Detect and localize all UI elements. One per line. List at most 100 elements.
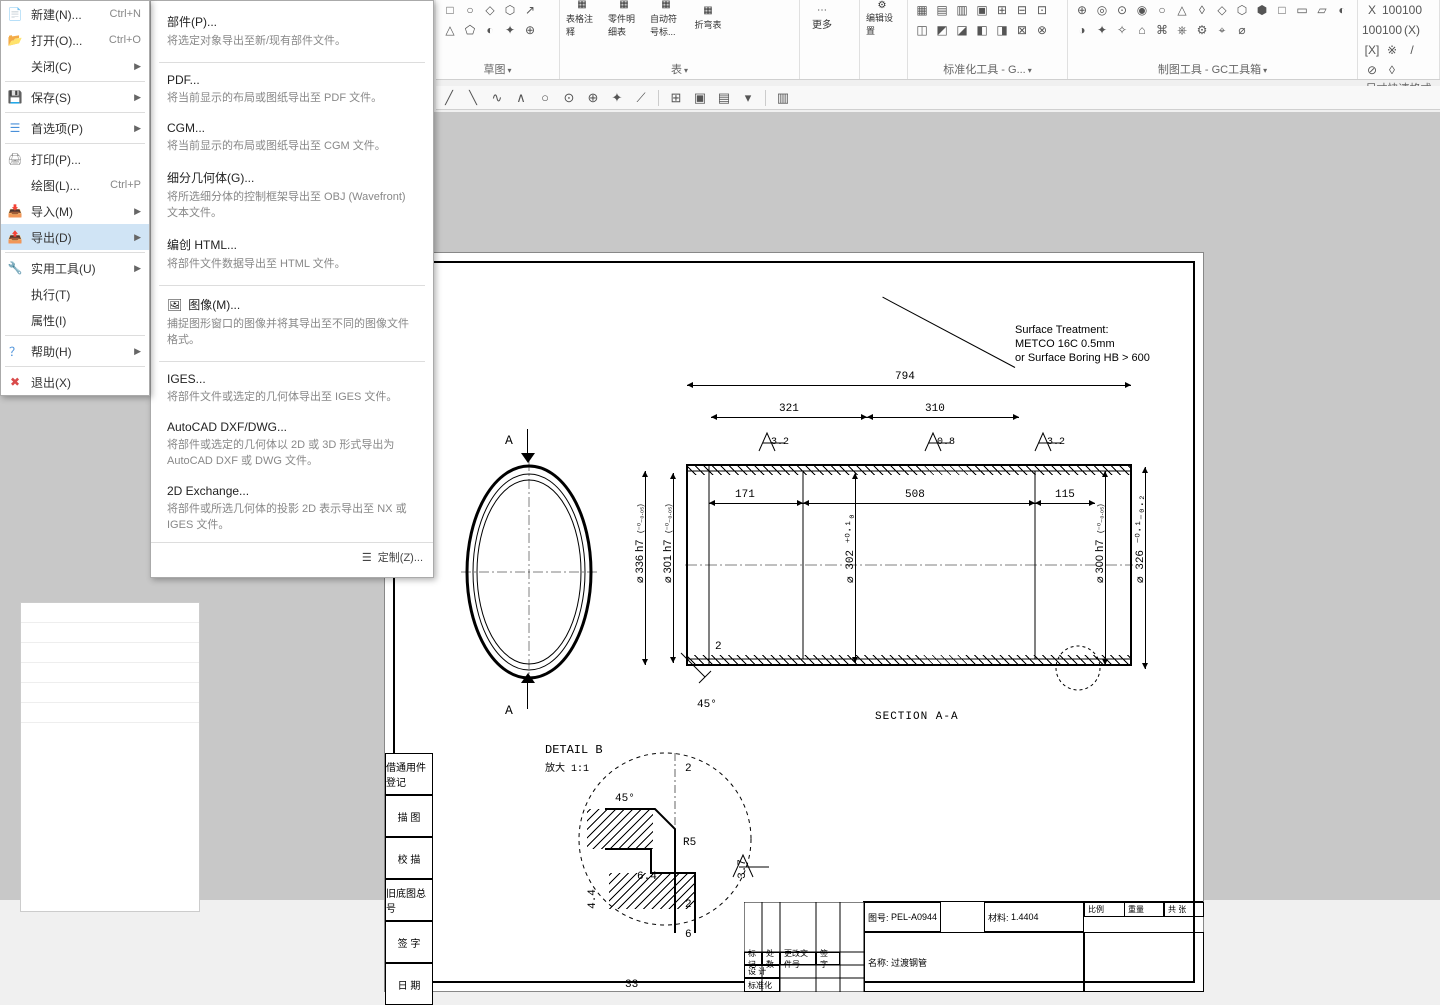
toolbar-icon[interactable]: ▤	[715, 89, 733, 107]
ribbon-icon[interactable]: ⬡	[1234, 2, 1250, 18]
ribbon-icon[interactable]: ⌖	[1214, 22, 1230, 38]
ribbon-icon[interactable]: ⌀	[1234, 22, 1250, 38]
ribbon-icon[interactable]: ⊘	[1364, 62, 1380, 78]
ribbon-icon[interactable]: ⊞	[994, 2, 1010, 18]
ribbon-icon[interactable]: ▱	[1314, 2, 1330, 18]
submenu-item[interactable]: 细分几何体(G)...将所选细分体的控制框架导出至 OBJ (Wavefront…	[151, 163, 433, 230]
ribbon-icon[interactable]: (X)	[1404, 22, 1420, 38]
menu-item[interactable]: 属性(I)	[1, 307, 149, 333]
toolbar-icon[interactable]: ⊙	[560, 89, 578, 107]
menu-item[interactable]: 🖨打印(P)...	[1, 146, 149, 172]
ribbon-big-button[interactable]: ▦折弯表	[692, 2, 724, 34]
toolbar-icon[interactable]: ∿	[488, 89, 506, 107]
ribbon-icon[interactable]: ◊	[1194, 2, 1210, 18]
ribbon-big-button[interactable]: ▦自动符号标...	[650, 2, 682, 34]
ribbon-icon[interactable]: ⬢	[1254, 2, 1270, 18]
ribbon-icon[interactable]: ◪	[954, 22, 970, 38]
ribbon-icon[interactable]: ◨	[994, 22, 1010, 38]
ribbon-icon[interactable]: ✧	[1114, 22, 1130, 38]
submenu-item[interactable]: 编创 HTML...将部件文件数据导出至 HTML 文件。	[151, 230, 433, 281]
ribbon-icon[interactable]: ⊟	[1014, 2, 1030, 18]
ribbon-group-sketch[interactable]: 草图	[442, 59, 553, 77]
ribbon-icon[interactable]: □	[1274, 2, 1290, 18]
ribbon-icon[interactable]: ◐	[482, 22, 498, 38]
menu-item[interactable]: 📥导入(M)▶	[1, 198, 149, 224]
ribbon-icon[interactable]: /	[1404, 42, 1420, 58]
ribbon-icon[interactable]: 100	[1364, 22, 1380, 38]
ribbon-icon[interactable]: ◎	[1094, 2, 1110, 18]
ribbon-icon[interactable]: ◊	[1384, 62, 1400, 78]
ribbon-icon[interactable]: ◇	[1214, 2, 1230, 18]
menu-item[interactable]: 📂打开(O)...Ctrl+O	[1, 27, 149, 53]
submenu-item[interactable]: 部件(P)...将选定对象导出至新/现有部件文件。	[151, 7, 433, 58]
ribbon-icon[interactable]: ※	[1384, 42, 1400, 58]
ribbon-big-button[interactable]: ▦零件明细表	[608, 2, 640, 34]
ribbon-group-draft[interactable]: 制图工具 - GC工具箱	[1074, 59, 1351, 77]
toolbar-icon[interactable]: ○	[536, 89, 554, 107]
ribbon-icon[interactable]: ⊙	[1114, 2, 1130, 18]
submenu-item[interactable]: CGM...将当前显示的布局或图纸导出至 CGM 文件。	[151, 115, 433, 163]
ribbon-icon[interactable]: ⊡	[1034, 2, 1050, 18]
ribbon-group-std[interactable]: 标准化工具 - G...	[914, 59, 1061, 77]
ribbon-icon[interactable]: ✦	[502, 22, 518, 38]
toolbar-icon[interactable]: ∧	[512, 89, 530, 107]
ribbon-icon[interactable]: X	[1364, 2, 1380, 18]
ribbon-icon[interactable]: [X]	[1364, 42, 1380, 58]
ribbon-icon[interactable]: ⚙	[1194, 22, 1210, 38]
menu-item[interactable]: 🔧实用工具(U)▶	[1, 255, 149, 281]
submenu-item[interactable]: 2D Exchange...将部件或所选几何体的投影 2D 表示导出至 NX 或…	[151, 478, 433, 542]
toolbar-icon[interactable]: ⊕	[584, 89, 602, 107]
ribbon-icon[interactable]: ▥	[954, 2, 970, 18]
ribbon-icon[interactable]: □	[442, 2, 458, 18]
menu-item[interactable]: ☰首选项(P)▶	[1, 115, 149, 141]
ribbon-group-table[interactable]: 表	[566, 59, 793, 77]
ribbon-icon[interactable]: ◧	[974, 22, 990, 38]
ribbon-icon[interactable]: 100	[1404, 2, 1420, 18]
ribbon-icon[interactable]: ⎈	[1174, 22, 1190, 38]
toolbar-icon[interactable]: ╲	[464, 89, 482, 107]
menu-item[interactable]: ✖退出(X)	[1, 369, 149, 395]
ribbon-icon[interactable]: ⊕	[1074, 2, 1090, 18]
ribbon-icon[interactable]: △	[442, 22, 458, 38]
toolbar-icon[interactable]: ⟋	[632, 89, 650, 107]
ribbon-icon[interactable]: ◩	[934, 22, 950, 38]
submenu-item[interactable]: AutoCAD DXF/DWG...将部件或选定的几何体以 2D 或 3D 形式…	[151, 414, 433, 478]
menu-item[interactable]: ？帮助(H)▶	[1, 338, 149, 364]
toolbar-icon[interactable]: ╱	[440, 89, 458, 107]
ribbon-icon[interactable]: 100	[1384, 2, 1400, 18]
menu-item[interactable]: 📄新建(N)...Ctrl+N	[1, 1, 149, 27]
submenu-item[interactable]: PDF...将当前显示的布局或图纸导出至 PDF 文件。	[151, 67, 433, 115]
submenu-item[interactable]: 🖼图像(M)...捕捉图形窗口的图像并将其导出至不同的图像文件格式。	[151, 290, 433, 357]
ribbon-icon[interactable]: ⊗	[1034, 22, 1050, 38]
toolbar-icon[interactable]: ⊞	[667, 89, 685, 107]
ribbon-icon[interactable]: ⊠	[1014, 22, 1030, 38]
toolbar-icon[interactable]: ✦	[608, 89, 626, 107]
ribbon-icon[interactable]: ○	[1154, 2, 1170, 18]
toolbar-icon[interactable]: ▣	[691, 89, 709, 107]
ribbon-icon[interactable]: ⬡	[502, 2, 518, 18]
ribbon-icon[interactable]: ⊕	[522, 22, 538, 38]
menu-item[interactable]: 💾保存(S)▶	[1, 84, 149, 110]
customize-button[interactable]: ☰ 定制(Z)...	[151, 542, 433, 571]
ribbon-icon[interactable]: ◉	[1134, 2, 1150, 18]
ribbon-icon[interactable]: ⌘	[1154, 22, 1170, 38]
ribbon-icon[interactable]: ▦	[914, 2, 930, 18]
ribbon-icon[interactable]: ◇	[482, 2, 498, 18]
toolbar-icon[interactable]: ▾	[739, 89, 757, 107]
pref-button[interactable]: ⚙编辑设置	[866, 2, 898, 34]
ribbon-icon[interactable]: ⌂	[1134, 22, 1150, 38]
menu-item[interactable]: 绘图(L)...Ctrl+P	[1, 172, 149, 198]
ribbon-icon[interactable]: ▤	[934, 2, 950, 18]
ribbon-icon[interactable]: ↗	[522, 2, 538, 18]
ribbon-big-button[interactable]: ▦表格注释	[566, 2, 598, 34]
ribbon-icon[interactable]: 100	[1384, 22, 1400, 38]
ribbon-icon[interactable]: ◐	[1334, 2, 1350, 18]
ribbon-icon[interactable]: △	[1174, 2, 1190, 18]
ribbon-icon[interactable]: ▣	[974, 2, 990, 18]
menu-item[interactable]: 📤导出(D)▶	[1, 224, 149, 250]
more-button[interactable]: ⋯更多	[806, 2, 838, 34]
ribbon-icon[interactable]: ▭	[1294, 2, 1310, 18]
ribbon-icon[interactable]: ◑	[1074, 22, 1090, 38]
toolbar-icon[interactable]: ▥	[774, 89, 792, 107]
ribbon-icon[interactable]: ✦	[1094, 22, 1110, 38]
